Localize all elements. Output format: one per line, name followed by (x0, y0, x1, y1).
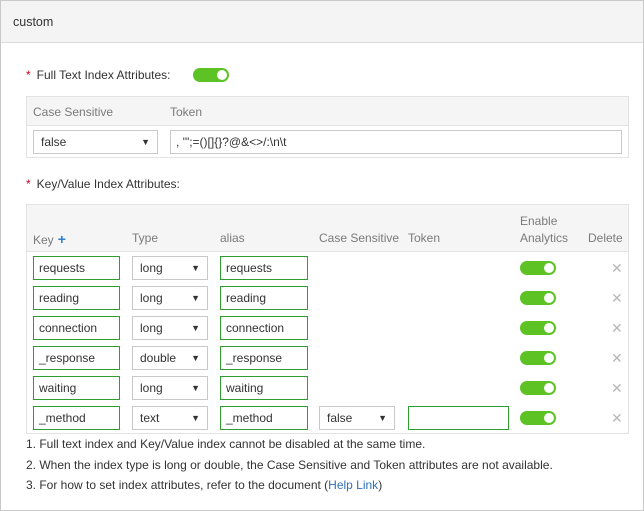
chevron-down-icon: ▼ (191, 353, 200, 363)
full-text-token-input[interactable]: , '";=()[]{}?@&<>/:\n\t (170, 130, 622, 154)
chevron-down-icon: ▼ (191, 413, 200, 423)
select-value: long (140, 291, 163, 305)
header-case-sensitive: Case Sensitive (33, 105, 114, 119)
header-delete: Delete (588, 231, 623, 245)
alias-input[interactable]: _method (220, 406, 308, 430)
note-2: 2. When the index type is long or double… (26, 458, 553, 472)
chevron-down-icon: ▼ (191, 263, 200, 273)
header-token: Token (408, 231, 441, 245)
select-value: text (140, 411, 160, 425)
key-input[interactable]: waiting (33, 376, 120, 400)
kv-panel: Key + Type alias Case Sensitive Token Ena… (26, 204, 629, 434)
type-select[interactable]: double ▼ (132, 346, 208, 370)
analytics-toggle[interactable] (520, 321, 556, 335)
key-input[interactable]: _method (33, 406, 120, 430)
key-input[interactable]: connection (33, 316, 120, 340)
key-input[interactable]: requests (33, 256, 120, 280)
header-type: Type (132, 231, 159, 245)
full-text-header: Case Sensitive Token (27, 97, 628, 126)
case-sensitive-select[interactable]: false ▼ (319, 406, 395, 430)
required-asterisk: * (26, 68, 31, 82)
select-value: double (140, 351, 177, 365)
index-attributes-window: custom * Full Text Index Attributes: Case… (0, 0, 644, 511)
full-text-case-sensitive-select[interactable]: false ▼ (33, 130, 158, 154)
chevron-down-icon: ▼ (378, 413, 387, 423)
full-text-label: * Full Text Index Attributes: (26, 68, 171, 82)
type-select[interactable]: long ▼ (132, 286, 208, 310)
note-1: 1. Full text index and Key/Value index c… (26, 437, 426, 451)
select-value: false (41, 135, 67, 149)
header-token: Token (170, 105, 203, 119)
chevron-down-icon: ▼ (141, 137, 150, 147)
alias-input[interactable]: requests (220, 256, 308, 280)
key-input[interactable]: _response (33, 346, 120, 370)
delete-icon[interactable]: ✕ (611, 291, 623, 305)
kv-header: Key + Type alias Case Sensitive Token Ena… (27, 205, 628, 252)
required-asterisk: * (26, 177, 31, 191)
select-value: long (140, 321, 163, 335)
header-enable-line1: Enable (520, 214, 558, 228)
delete-icon[interactable]: ✕ (611, 261, 623, 275)
header-enable-line2: Analytics (520, 231, 569, 245)
alias-input[interactable]: reading (220, 286, 308, 310)
analytics-toggle[interactable] (520, 261, 556, 275)
header-alias: alias (220, 231, 245, 245)
chevron-down-icon: ▼ (191, 383, 200, 393)
chevron-down-icon: ▼ (191, 323, 200, 333)
chevron-down-icon: ▼ (191, 293, 200, 303)
window-title: custom (13, 15, 54, 29)
delete-icon[interactable]: ✕ (611, 321, 623, 335)
delete-icon[interactable]: ✕ (611, 351, 623, 365)
alias-input[interactable]: waiting (220, 376, 308, 400)
note-3: 3. For how to set index attributes, refe… (26, 478, 383, 492)
alias-input[interactable]: _response (220, 346, 308, 370)
full-text-panel: Case Sensitive Token false ▼ , '";=()[]{… (26, 96, 629, 158)
key-input[interactable]: reading (33, 286, 120, 310)
header-case-sensitive: Case Sensitive (319, 231, 400, 245)
type-select[interactable]: long ▼ (132, 256, 208, 280)
analytics-toggle[interactable] (520, 411, 556, 425)
full-text-toggle[interactable] (193, 68, 229, 82)
help-link[interactable]: Help Link (328, 478, 378, 492)
analytics-toggle[interactable] (520, 351, 556, 365)
type-select[interactable]: long ▼ (132, 316, 208, 340)
analytics-toggle[interactable] (520, 291, 556, 305)
select-value: long (140, 381, 163, 395)
delete-icon[interactable]: ✕ (611, 411, 623, 425)
title-bar: custom (1, 1, 643, 43)
header-key: Key + (33, 231, 66, 247)
token-input[interactable] (408, 406, 509, 430)
type-select[interactable]: text ▼ (132, 406, 208, 430)
kv-label: * Key/Value Index Attributes: (26, 177, 180, 191)
analytics-toggle[interactable] (520, 381, 556, 395)
select-value: long (140, 261, 163, 275)
delete-icon[interactable]: ✕ (611, 381, 623, 395)
select-value: false (327, 411, 353, 425)
alias-input[interactable]: connection (220, 316, 308, 340)
type-select[interactable]: long ▼ (132, 376, 208, 400)
add-key-icon[interactable]: + (58, 231, 66, 247)
